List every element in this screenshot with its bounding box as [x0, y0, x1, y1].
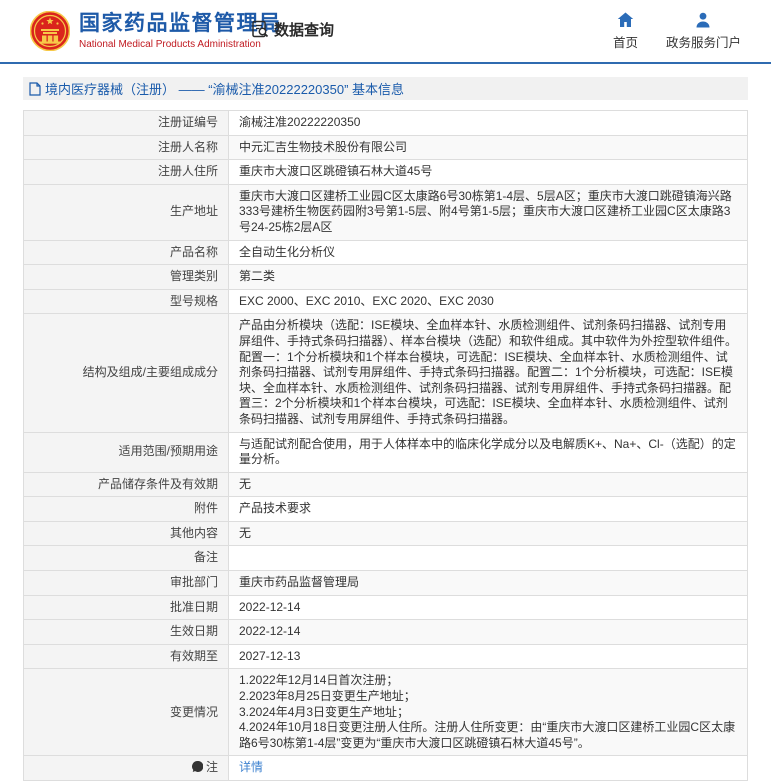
- table-row: 有效期至2027-12-13: [24, 644, 748, 669]
- table-row: 批准日期2022-12-14: [24, 595, 748, 620]
- row-value: 产品技术要求: [229, 497, 748, 522]
- row-value: 2022-12-14: [229, 620, 748, 645]
- national-emblem-icon: [30, 11, 70, 51]
- table-row: 注册人住所重庆市大渡口区跳磴镇石林大道45号: [24, 160, 748, 185]
- table-row: 变更情况1.2022年12月14日首次注册； 2.2023年8月25日变更生产地…: [24, 669, 748, 756]
- row-label: 有效期至: [24, 644, 229, 669]
- header-nav: 首页 政务服务门户: [613, 12, 741, 51]
- table-row: 产品名称全自动生化分析仪: [24, 240, 748, 265]
- row-label: 产品名称: [24, 240, 229, 265]
- table-row: 产品储存条件及有效期无: [24, 472, 748, 497]
- row-value: 1.2022年12月14日首次注册； 2.2023年8月25日变更生产地址； 3…: [229, 669, 748, 756]
- nav-data-query[interactable]: 数据查询: [251, 19, 334, 40]
- row-label: 管理类别: [24, 265, 229, 290]
- table-row: 其他内容无: [24, 521, 748, 546]
- row-label: 注册证编号: [24, 111, 229, 136]
- row-value: 详情: [229, 756, 748, 781]
- user-icon: [695, 12, 711, 28]
- row-label: 生产地址: [24, 184, 229, 240]
- table-row: 生产地址重庆市大渡口区建桥工业园C区太康路6号30栋第1-4层、5层A区；重庆市…: [24, 184, 748, 240]
- table-row: 附件产品技术要求: [24, 497, 748, 522]
- detail-link[interactable]: 详情: [239, 760, 263, 774]
- row-label: 产品储存条件及有效期: [24, 472, 229, 497]
- data-query-icon: [251, 20, 270, 39]
- info-table-body: 注册证编号渝械注准20222220350注册人名称中元汇吉生物技术股份有限公司注…: [24, 111, 748, 781]
- row-value: 产品由分析模块（选配：ISE模块、全血样本针、水质检测组件、试剂条码扫描器、试剂…: [229, 314, 748, 432]
- registration-info: 注册证编号渝械注准20222220350注册人名称中元汇吉生物技术股份有限公司注…: [23, 110, 748, 781]
- home-icon: [617, 12, 634, 28]
- row-label: 变更情况: [24, 669, 229, 756]
- row-value: 与适配试剂配合使用，用于人体样本中的临床化学成分以及电解质K+、Na+、Cl-（…: [229, 432, 748, 472]
- row-label: 结构及组成/主要组成成分: [24, 314, 229, 432]
- table-row: 注册人名称中元汇吉生物技术股份有限公司: [24, 135, 748, 160]
- data-query-label: 数据查询: [274, 19, 334, 40]
- row-value: 2022-12-14: [229, 595, 748, 620]
- row-value: EXC 2000、EXC 2010、EXC 2020、EXC 2030: [229, 289, 748, 314]
- row-label: 注: [24, 756, 229, 781]
- document-icon: [29, 82, 41, 96]
- table-row: 结构及组成/主要组成成分产品由分析模块（选配：ISE模块、全血样本针、水质检测组…: [24, 314, 748, 432]
- table-row: 型号规格EXC 2000、EXC 2010、EXC 2020、EXC 2030: [24, 289, 748, 314]
- row-value: 无: [229, 472, 748, 497]
- row-label: 生效日期: [24, 620, 229, 645]
- row-value: 渝械注准20222220350: [229, 111, 748, 136]
- table-row: 管理类别第二类: [24, 265, 748, 290]
- table-row: 适用范围/预期用途与适配试剂配合使用，用于人体样本中的临床化学成分以及电解质K+…: [24, 432, 748, 472]
- nav-portal[interactable]: 政务服务门户: [666, 12, 741, 51]
- table-row: 审批部门重庆市药品监督管理局: [24, 571, 748, 596]
- row-label: 附件: [24, 497, 229, 522]
- table-row: 生效日期2022-12-14: [24, 620, 748, 645]
- row-label: 注册人名称: [24, 135, 229, 160]
- row-value: 第二类: [229, 265, 748, 290]
- note-icon: [192, 761, 203, 772]
- site-header: 国家药品监督管理局 National Medical Products Admi…: [0, 0, 771, 64]
- row-label: 审批部门: [24, 571, 229, 596]
- row-value: [229, 546, 748, 571]
- breadcrumb: 境内医疗器械（注册） —— “渝械注准20222220350” 基本信息: [23, 77, 748, 100]
- nav-home-label: 首页: [613, 32, 638, 51]
- row-value: 重庆市药品监督管理局: [229, 571, 748, 596]
- agency-name-en: National Medical Products Administration: [79, 39, 282, 50]
- table-row: 备注: [24, 546, 748, 571]
- nav-home[interactable]: 首页: [613, 12, 638, 51]
- agency-logo: 国家药品监督管理局 National Medical Products Admi…: [30, 11, 282, 51]
- row-value: 重庆市大渡口区跳磴镇石林大道45号: [229, 160, 748, 185]
- table-row: 注详情: [24, 756, 748, 781]
- row-value: 2027-12-13: [229, 644, 748, 669]
- row-label: 注册人住所: [24, 160, 229, 185]
- breadcrumb-text: 境内医疗器械（注册） —— “渝械注准20222220350” 基本信息: [45, 79, 404, 98]
- row-value: 无: [229, 521, 748, 546]
- info-table: 注册证编号渝械注准20222220350注册人名称中元汇吉生物技术股份有限公司注…: [23, 110, 748, 781]
- row-value: 全自动生化分析仪: [229, 240, 748, 265]
- nav-portal-label: 政务服务门户: [666, 32, 741, 51]
- row-label: 其他内容: [24, 521, 229, 546]
- row-label: 适用范围/预期用途: [24, 432, 229, 472]
- row-value: 中元汇吉生物技术股份有限公司: [229, 135, 748, 160]
- row-label: 备注: [24, 546, 229, 571]
- row-label: 型号规格: [24, 289, 229, 314]
- row-label: 批准日期: [24, 595, 229, 620]
- table-row: 注册证编号渝械注准20222220350: [24, 111, 748, 136]
- row-value: 重庆市大渡口区建桥工业园C区太康路6号30栋第1-4层、5层A区；重庆市大渡口跳…: [229, 184, 748, 240]
